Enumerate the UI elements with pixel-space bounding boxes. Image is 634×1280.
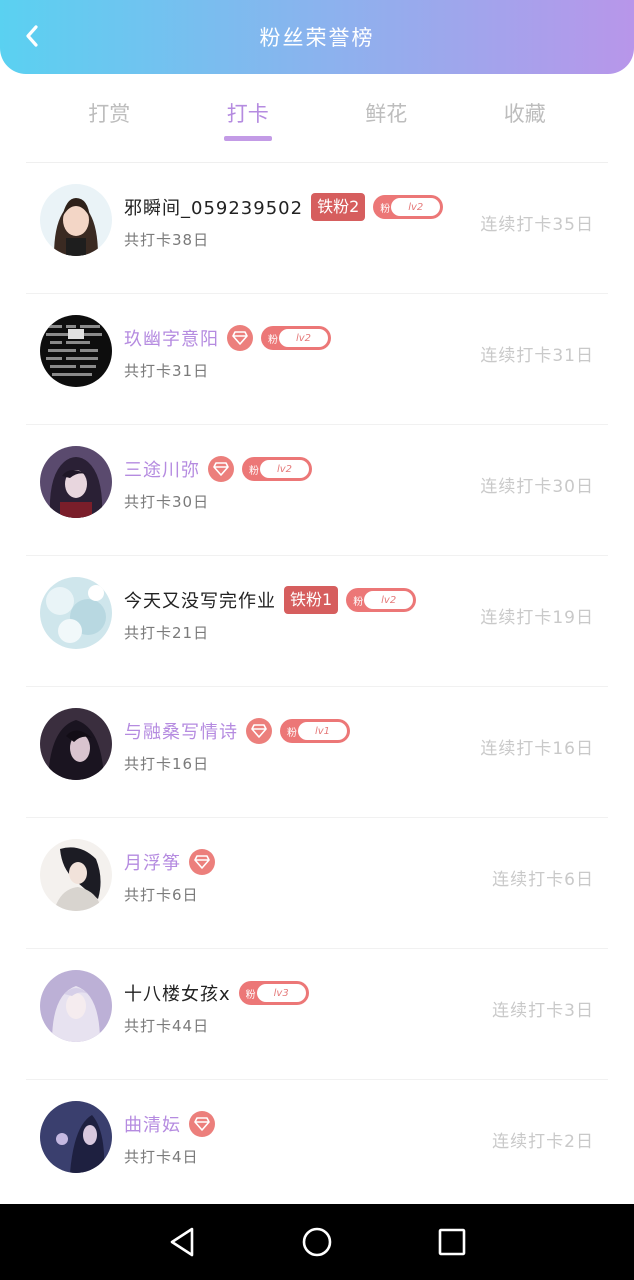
name-line: 月浮筝 xyxy=(124,846,215,878)
system-nav-bar xyxy=(0,1204,634,1280)
tab-label: 打卡 xyxy=(226,102,269,126)
level-label: lv1 xyxy=(298,722,347,740)
avatar[interactable] xyxy=(40,184,112,256)
total-checkins: 共打卡21日 xyxy=(124,624,210,642)
streak-checkins: 连续打卡19日 xyxy=(480,608,594,628)
fan-level-badge: 粉 lv2 xyxy=(261,326,331,350)
total-checkins: 共打卡44日 xyxy=(124,1017,210,1035)
list-item[interactable]: 今天又没写完作业 铁粉1 粉 lv2 共打卡21日 连续打卡19日 xyxy=(26,556,608,687)
list-item[interactable]: 十八楼女孩x 粉 lv3 共打卡44日 连续打卡3日 xyxy=(26,949,608,1080)
header-bar: 粉丝荣誉榜 xyxy=(0,0,634,74)
page-title: 粉丝荣誉榜 xyxy=(259,26,375,50)
circle-home-icon xyxy=(302,1227,332,1257)
name-line: 邪瞬间_059239502 铁粉2 粉 lv2 xyxy=(124,191,444,223)
nav-home-button[interactable] xyxy=(299,1224,335,1260)
level-label: lv2 xyxy=(364,591,414,609)
app-screen: 粉丝荣誉榜 打赏 打卡 鲜花 收藏 邪瞬间_059239502 铁粉2 粉 lv2… xyxy=(0,0,634,1280)
total-checkins: 共打卡6日 xyxy=(124,886,199,904)
fan-name: 月浮筝 xyxy=(124,853,181,874)
tab-flowers[interactable]: 鲜花 xyxy=(317,96,456,146)
diamond-icon xyxy=(251,724,267,738)
fan-level-badge: 粉 lv2 xyxy=(242,457,312,481)
tab-favorites[interactable]: 收藏 xyxy=(456,96,595,146)
iron-fan-badge: 铁粉1 xyxy=(284,586,339,614)
diamond-badge xyxy=(208,456,234,482)
fan-name: 玖幽字意阳 xyxy=(124,329,219,350)
streak-checkins: 连续打卡31日 xyxy=(480,346,594,366)
fan-name: 邪瞬间_059239502 xyxy=(124,198,304,219)
avatar[interactable] xyxy=(40,839,112,911)
diamond-icon xyxy=(232,331,248,345)
fan-name: 三途川弥 xyxy=(124,460,200,481)
fan-level-badge: 粉 lv1 xyxy=(280,719,350,743)
fan-name: 今天又没写完作业 xyxy=(124,591,276,612)
fan-name: 与融桑写情诗 xyxy=(124,722,238,743)
diamond-icon xyxy=(194,1117,210,1131)
tab-checkin[interactable]: 打卡 xyxy=(179,96,318,146)
total-checkins: 共打卡30日 xyxy=(124,493,210,511)
tab-label: 打赏 xyxy=(88,102,131,126)
level-label: lv2 xyxy=(279,329,328,347)
streak-checkins: 连续打卡30日 xyxy=(480,477,594,497)
diamond-badge xyxy=(227,325,253,351)
tab-reward[interactable]: 打赏 xyxy=(40,96,179,146)
diamond-badge xyxy=(189,1111,215,1137)
fan-level-badge: 粉 lv2 xyxy=(346,588,417,612)
streak-checkins: 连续打卡35日 xyxy=(480,215,594,235)
tab-label: 收藏 xyxy=(503,102,546,126)
total-checkins: 共打卡31日 xyxy=(124,362,210,380)
nav-recents-button[interactable] xyxy=(434,1224,470,1260)
fan-name: 曲清妘 xyxy=(124,1115,181,1136)
avatar[interactable] xyxy=(40,577,112,649)
name-line: 曲清妘 xyxy=(124,1108,215,1140)
list-item[interactable]: 曲清妘 共打卡4日 连续打卡2日 xyxy=(26,1080,608,1211)
iron-fan-badge: 铁粉2 xyxy=(311,193,366,221)
square-recents-icon xyxy=(438,1228,466,1256)
active-tab-indicator xyxy=(223,136,272,141)
level-label: lv3 xyxy=(256,984,306,1002)
avatar[interactable] xyxy=(40,970,112,1042)
name-line: 与融桑写情诗 粉 lv1 xyxy=(124,715,350,747)
fan-list: 邪瞬间_059239502 铁粉2 粉 lv2 共打卡38日 连续打卡35日 玖幽… xyxy=(0,163,634,1211)
fan-level-badge: 粉 lv3 xyxy=(238,981,309,1005)
name-line: 十八楼女孩x 粉 lv3 xyxy=(124,977,309,1009)
name-line: 玖幽字意阳 粉 lv2 xyxy=(124,322,331,354)
name-line: 今天又没写完作业 铁粉1 粉 lv2 xyxy=(124,584,417,616)
list-item[interactable]: 邪瞬间_059239502 铁粉2 粉 lv2 共打卡38日 连续打卡35日 xyxy=(26,163,608,294)
streak-checkins: 连续打卡2日 xyxy=(492,1132,594,1152)
list-item[interactable]: 与融桑写情诗 粉 lv1 共打卡16日 连续打卡16日 xyxy=(26,687,608,818)
diamond-icon xyxy=(213,462,229,476)
streak-checkins: 连续打卡16日 xyxy=(480,739,594,759)
list-item[interactable]: 玖幽字意阳 粉 lv2 共打卡31日 连续打卡31日 xyxy=(26,294,608,425)
avatar[interactable] xyxy=(40,446,112,518)
name-line: 三途川弥 粉 lv2 xyxy=(124,453,312,485)
list-item[interactable]: 月浮筝 共打卡6日 连续打卡6日 xyxy=(26,818,608,949)
fan-level-badge: 粉 lv2 xyxy=(373,195,444,219)
diamond-badge xyxy=(189,849,215,875)
level-label: lv2 xyxy=(260,460,309,478)
diamond-badge xyxy=(246,718,272,744)
total-checkins: 共打卡4日 xyxy=(124,1148,199,1166)
diamond-icon xyxy=(194,855,210,869)
level-label: lv2 xyxy=(391,198,441,216)
streak-checkins: 连续打卡3日 xyxy=(492,1001,594,1021)
nav-back-button[interactable] xyxy=(164,1224,200,1260)
list-item[interactable]: 三途川弥 粉 lv2 共打卡30日 连续打卡30日 xyxy=(26,425,608,556)
fan-name: 十八楼女孩x xyxy=(124,984,231,1005)
tab-label: 鲜花 xyxy=(365,102,408,126)
triangle-back-icon xyxy=(170,1227,194,1257)
avatar[interactable] xyxy=(40,708,112,780)
streak-checkins: 连续打卡6日 xyxy=(492,870,594,890)
total-checkins: 共打卡16日 xyxy=(124,755,210,773)
avatar[interactable] xyxy=(40,1101,112,1173)
tab-bar: 打赏 打卡 鲜花 收藏 xyxy=(40,96,594,146)
total-checkins: 共打卡38日 xyxy=(124,231,210,249)
avatar[interactable] xyxy=(40,315,112,387)
